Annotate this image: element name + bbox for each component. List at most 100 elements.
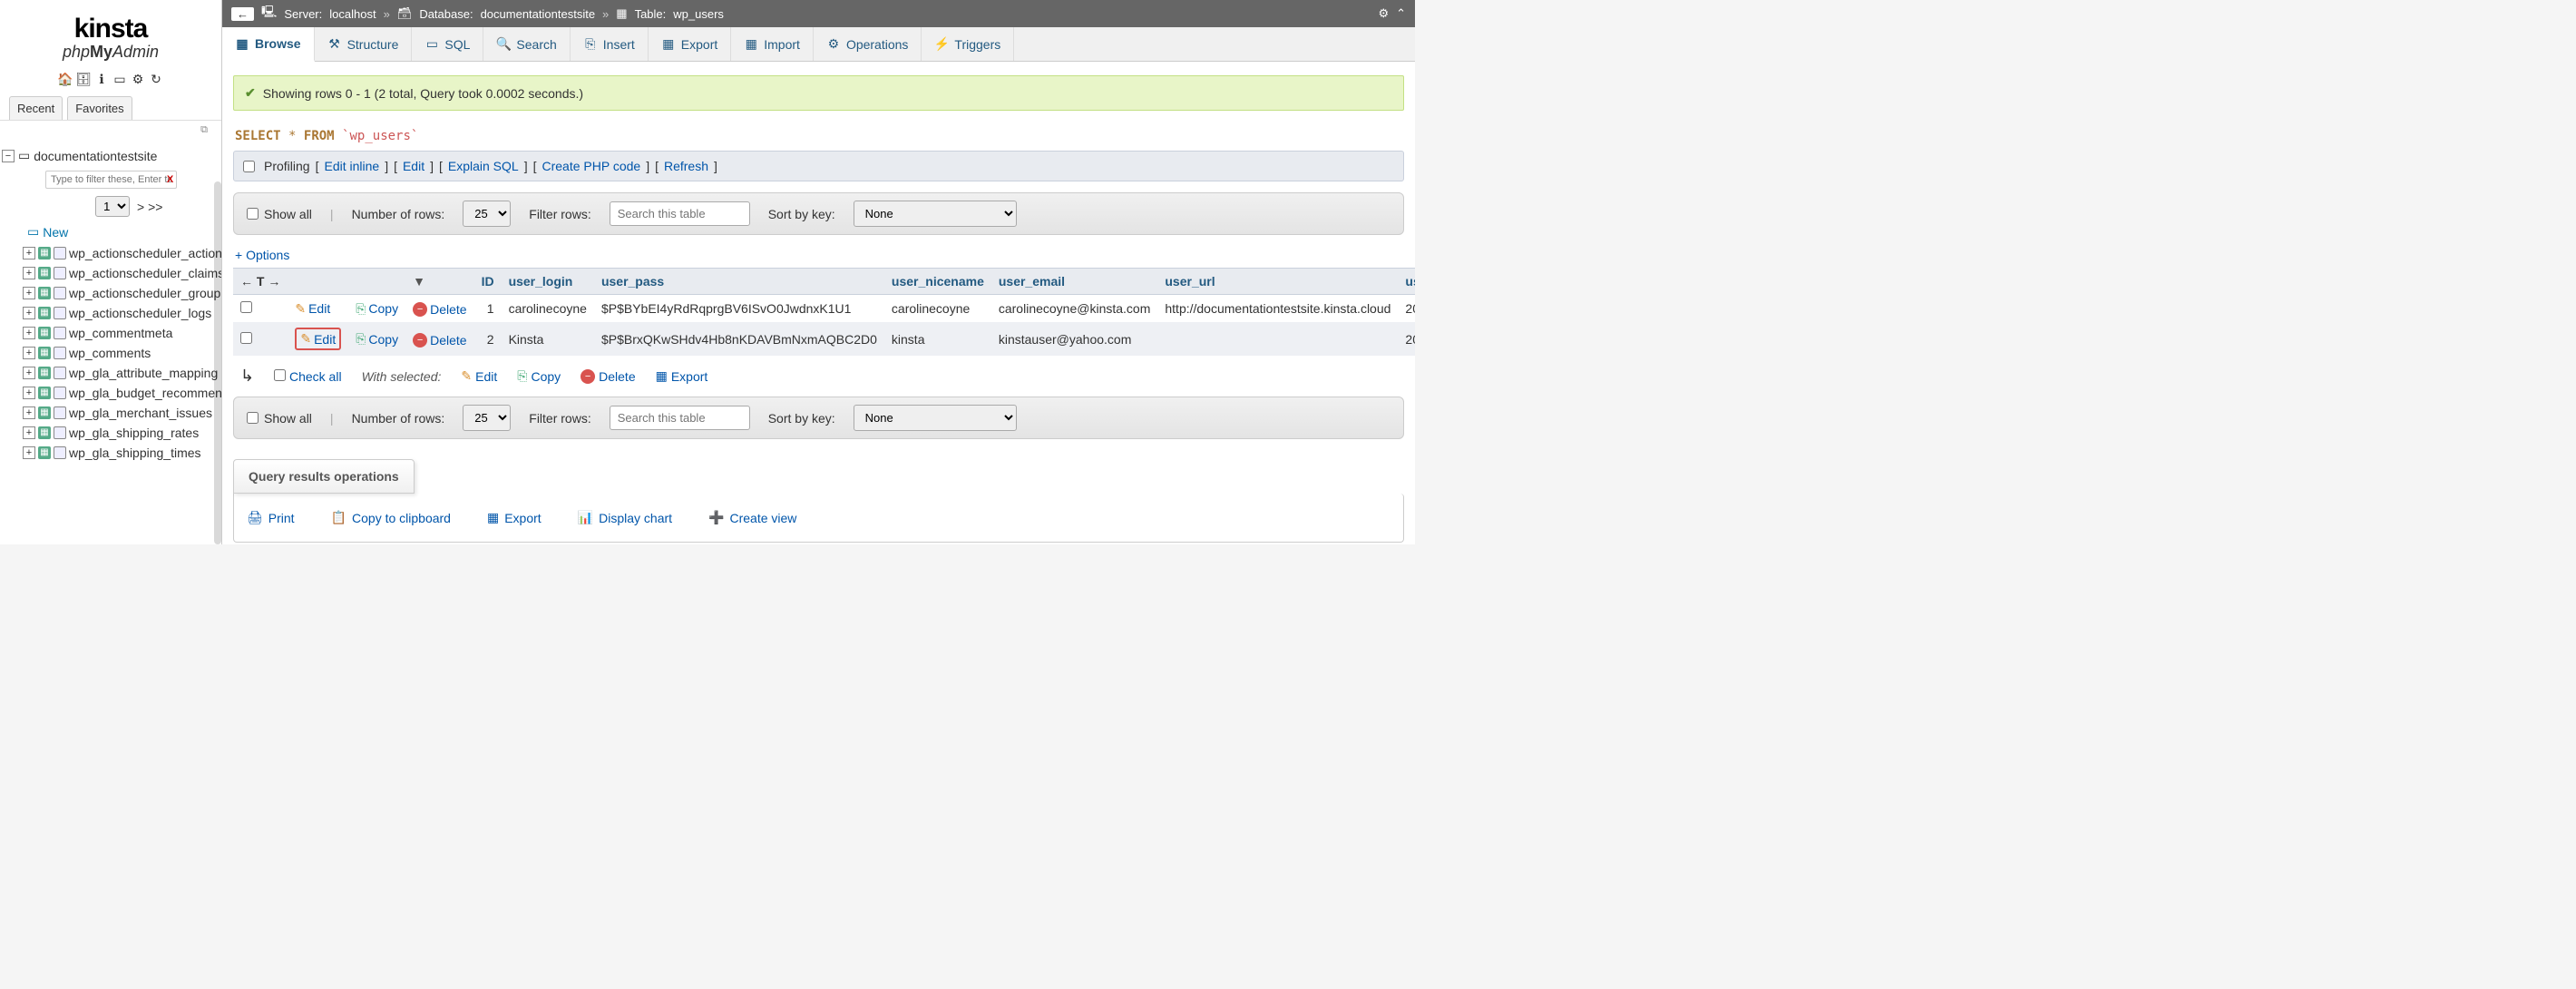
col-user_login[interactable]: user_login xyxy=(509,274,573,289)
show-all-checkbox[interactable] xyxy=(247,208,259,220)
tree-db-root[interactable]: − ▭ documentationtestsite xyxy=(0,144,217,167)
col-ID[interactable]: ID xyxy=(482,274,494,289)
sql-icon[interactable]: ▭ xyxy=(112,71,128,87)
bulk-delete[interactable]: − Delete xyxy=(581,369,635,384)
move-col-icons[interactable]: ← T → xyxy=(240,274,280,289)
clipboard-link[interactable]: 📋Copy to clipboard xyxy=(331,510,451,525)
check-all-link[interactable]: Check all xyxy=(289,369,342,384)
tree-table-item[interactable]: +▦wp_gla_attribute_mapping xyxy=(23,363,217,383)
row-delete[interactable]: − Delete xyxy=(413,333,466,348)
col-user_nicename[interactable]: user_nicename xyxy=(892,274,984,289)
tree-table-item[interactable]: +▦wp_actionscheduler_group xyxy=(23,283,217,303)
col-user_url[interactable]: user_url xyxy=(1165,274,1215,289)
tab-browse[interactable]: ▦Browse xyxy=(222,27,315,62)
tree-table-item[interactable]: +▦wp_gla_shipping_rates xyxy=(23,423,217,443)
bc-db[interactable]: documentationtestsite xyxy=(481,7,595,21)
tree-table-item[interactable]: +▦wp_actionscheduler_action xyxy=(23,243,217,263)
expand-icon[interactable]: + xyxy=(23,267,35,279)
home-icon[interactable]: 🏠 xyxy=(57,71,73,87)
check-icon: ✔ xyxy=(245,85,256,101)
bulk-copy[interactable]: ⎘ Copy xyxy=(517,368,561,384)
tab-operations[interactable]: ⚙Operations xyxy=(814,27,922,61)
tab-insert[interactable]: ⎘Insert xyxy=(571,27,649,61)
profiling-checkbox[interactable] xyxy=(243,161,255,172)
sort-select[interactable]: None xyxy=(854,201,1017,227)
sidebar-scrollbar[interactable] xyxy=(214,181,221,544)
reload-icon[interactable]: ↻ xyxy=(148,71,164,87)
col-user_pass[interactable]: user_pass xyxy=(601,274,664,289)
link-icon[interactable]: ⧉ xyxy=(0,121,221,140)
expand-icon[interactable]: + xyxy=(23,426,35,439)
row-copy[interactable]: ⎘ Copy xyxy=(356,331,398,347)
row-checkbox[interactable] xyxy=(240,301,252,313)
tab-search[interactable]: 🔍Search xyxy=(483,27,570,61)
tree-new[interactable]: ▭ New xyxy=(27,220,217,243)
collapse-icon[interactable]: − xyxy=(2,150,15,162)
col-user_email[interactable]: user_email xyxy=(999,274,1065,289)
row-copy[interactable]: ⎘ Copy xyxy=(356,301,398,317)
bc-table[interactable]: wp_users xyxy=(673,7,724,21)
filter-input[interactable] xyxy=(610,201,750,226)
print-link[interactable]: 🖨Print xyxy=(247,510,295,525)
collapse-panel-icon[interactable]: ⌃ xyxy=(1396,6,1406,21)
check-all-checkbox[interactable] xyxy=(274,369,286,381)
num-rows-select[interactable]: 25 xyxy=(463,201,511,227)
expand-icon[interactable]: + xyxy=(23,307,35,319)
row-checkbox[interactable] xyxy=(240,332,252,344)
show-all-checkbox-2[interactable] xyxy=(247,412,259,424)
logout-icon[interactable]: 🗄 xyxy=(75,71,92,87)
bulk-edit[interactable]: ✎ Edit xyxy=(461,368,497,384)
tree-table-item[interactable]: +▦wp_gla_budget_recommen xyxy=(23,383,217,403)
tree-table-item[interactable]: +▦wp_actionscheduler_claims xyxy=(23,263,217,283)
tab-sql[interactable]: ▭SQL xyxy=(412,27,483,61)
expand-icon[interactable]: + xyxy=(23,406,35,419)
row-delete[interactable]: − Delete xyxy=(413,302,466,317)
expand-icon[interactable]: + xyxy=(23,446,35,459)
tree-filter-input[interactable] xyxy=(45,171,177,189)
edit-inline-link[interactable]: Edit inline xyxy=(324,159,379,173)
tree-table-item[interactable]: +▦wp_commentmeta xyxy=(23,323,217,343)
edit-link[interactable]: Edit xyxy=(403,159,424,173)
back-arrow-icon[interactable]: ← xyxy=(231,7,254,21)
bulk-export[interactable]: ▦ Export xyxy=(656,368,708,384)
tab-favorites[interactable]: Favorites xyxy=(67,96,132,120)
tab-recent[interactable]: Recent xyxy=(9,96,63,120)
tab-triggers[interactable]: ⚡Triggers xyxy=(922,27,1014,61)
expand-icon[interactable]: + xyxy=(23,347,35,359)
explain-link[interactable]: Explain SQL xyxy=(448,159,519,173)
sort-desc-icon[interactable]: ▼ xyxy=(413,274,425,289)
refresh-link[interactable]: Refresh xyxy=(664,159,708,173)
settings-icon[interactable]: ⚙ xyxy=(130,71,146,87)
tree-table-item[interactable]: +▦wp_gla_merchant_issues xyxy=(23,403,217,423)
filter-input-2[interactable] xyxy=(610,406,750,430)
docs-icon[interactable]: ℹ xyxy=(93,71,110,87)
num-rows-select-2[interactable]: 25 xyxy=(463,405,511,431)
row-edit[interactable]: ✎ Edit xyxy=(295,328,341,350)
tab-export[interactable]: ▦Export xyxy=(649,27,731,61)
expand-icon[interactable]: + xyxy=(23,367,35,379)
export-icon: ▦ xyxy=(661,37,676,52)
tab-structure[interactable]: ⚒Structure xyxy=(315,27,413,61)
expand-icon[interactable]: + xyxy=(23,287,35,299)
tree-table-item[interactable]: +▦wp_gla_shipping_times xyxy=(23,443,217,463)
view-link[interactable]: ➕Create view xyxy=(708,510,796,525)
tree-page-next[interactable]: > >> xyxy=(137,200,162,214)
export-link[interactable]: ▦Export xyxy=(487,510,542,525)
row-edit[interactable]: ✎ Edit xyxy=(295,301,330,317)
tab-import[interactable]: ▦Import xyxy=(731,27,814,61)
sort-select-2[interactable]: None xyxy=(854,405,1017,431)
expand-icon[interactable]: + xyxy=(23,247,35,259)
expand-icon[interactable]: + xyxy=(23,387,35,399)
gear-icon[interactable]: ⚙ xyxy=(1378,6,1389,21)
tree-table-item[interactable]: +▦wp_comments xyxy=(23,343,217,363)
clear-filter-icon[interactable]: X xyxy=(167,174,173,185)
tree-table-item[interactable]: +▦wp_actionscheduler_logs xyxy=(23,303,217,323)
db-name[interactable]: documentationtestsite xyxy=(34,149,157,163)
col-use[interactable]: use xyxy=(1405,274,1415,289)
create-php-link[interactable]: Create PHP code xyxy=(542,159,640,173)
tree-page-select[interactable]: 1 xyxy=(95,196,130,217)
plus-options[interactable]: + Options xyxy=(233,244,1404,268)
bc-server[interactable]: localhost xyxy=(329,7,376,21)
chart-link[interactable]: 📊Display chart xyxy=(578,510,672,525)
expand-icon[interactable]: + xyxy=(23,327,35,339)
